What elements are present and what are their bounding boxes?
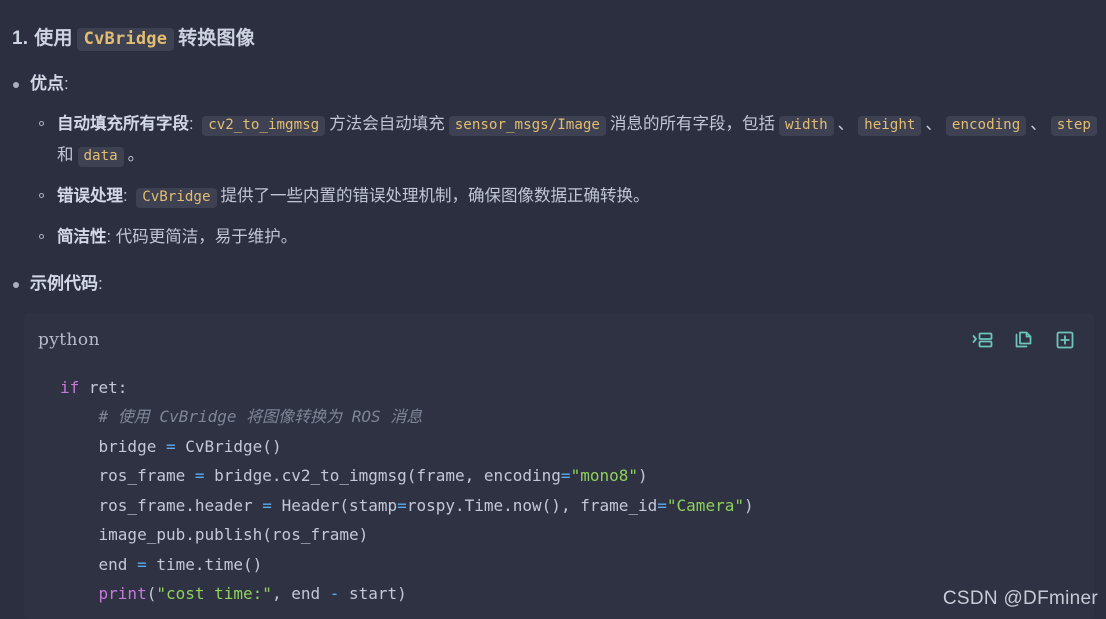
sub-item-text: 消息的所有字段，包括 <box>609 114 775 133</box>
code-token: = <box>137 554 147 574</box>
code-token: ( <box>146 584 157 604</box>
code-token: = <box>560 466 571 486</box>
code-token: bridge <box>60 436 166 456</box>
inline-code-step: step <box>1050 115 1097 137</box>
inline-code-encoding: encoding <box>945 115 1027 137</box>
inline-code-cv2-to-imgmsg: cv2_to_imgmsg <box>202 115 326 137</box>
code-token: image_pub.publish(ros_frame) <box>60 525 369 545</box>
sub-item-period: 。 <box>127 145 145 164</box>
sub-item-colon: : <box>189 114 194 133</box>
code-token: = <box>397 495 407 515</box>
sub-item-text: 和 <box>57 145 74 164</box>
code-block: python if ret: # 使用 CvBridge 将图像转换为 ROS … <box>24 312 1094 619</box>
sub-item-separator: 、 <box>837 114 855 133</box>
inline-code-width: width <box>778 115 834 137</box>
code-token: if <box>60 377 80 397</box>
sub-item-separator: 、 <box>1030 114 1047 133</box>
list-item-error-handling: 错误处理: CvBridge 提供了一些内置的错误处理机制，确保图像数据正确转换。 <box>30 181 1106 212</box>
code-token: ) <box>743 495 754 515</box>
inline-code-sensor-msgs-image: sensor_msgs/Image <box>448 115 606 137</box>
code-token: rospy.Time.now(), frame_id <box>406 495 658 515</box>
add-icon[interactable] <box>1054 329 1076 351</box>
code-token: ) <box>638 466 648 486</box>
page-title: 1. 使用 CvBridge 转换图像 <box>0 13 1106 53</box>
article-page: 1. 使用 CvBridge 转换图像 优点: 自动填充所有字段: cv2_to… <box>0 13 1106 619</box>
code-token: "Camera" <box>666 495 744 515</box>
code-token: print <box>98 584 147 604</box>
list-item-advantages: 优点: 自动填充所有字段: cv2_to_imgmsg 方法会自动填充 sensor… <box>0 69 1106 253</box>
sub-item-label: 错误处理 <box>57 186 123 205</box>
sub-item-colon: : <box>123 186 128 205</box>
list-item-simplicity: 简洁性: 代码更简洁，易于维护。 <box>30 222 1106 253</box>
code-language-label: python <box>38 329 100 350</box>
code-token: "mono8" <box>570 466 638 486</box>
sub-item-label: 自动填充所有字段 <box>57 114 189 133</box>
code-token: = <box>165 436 176 456</box>
code-token: time.time() <box>146 554 263 574</box>
code-token: bridge.cv2_to_imgmsg(frame, encoding <box>204 466 561 486</box>
code-token: end <box>60 554 138 574</box>
code-block-header: python <box>24 313 1094 355</box>
list-item-autofill: 自动填充所有字段: cv2_to_imgmsg 方法会自动填充 sensor_msg… <box>30 109 1106 171</box>
list-item-label: 优点 <box>30 73 64 93</box>
sub-item-colon: : <box>106 227 112 246</box>
code-token: ret: <box>79 377 128 397</box>
code-token: ros_frame <box>60 466 195 486</box>
code-token: ros_frame.header <box>60 495 263 515</box>
inline-code-cvbridge: CvBridge <box>136 187 217 209</box>
list-item-colon: : <box>64 73 69 93</box>
inline-code-data: data <box>77 146 124 168</box>
heading-text-after: 转换图像 <box>178 27 255 49</box>
watermark: CSDN @DFminer <box>942 587 1098 609</box>
run-icon[interactable] <box>972 329 994 351</box>
code-token: Header(stamp <box>271 495 398 515</box>
code-token: - <box>329 584 340 604</box>
heading-number: 1. <box>12 27 29 49</box>
copy-icon[interactable] <box>1013 329 1035 351</box>
sub-item-separator: 、 <box>925 114 942 133</box>
sub-item-text: 代码更简洁，易于维护。 <box>115 227 298 246</box>
code-token: "cost time:" <box>156 584 272 604</box>
sub-item-text: 提供了一些内置的错误处理机制，确保图像数据正确转换。 <box>220 186 650 205</box>
list-item-colon: : <box>98 273 103 293</box>
code-token: = <box>194 466 205 486</box>
code-token: , end <box>271 584 330 604</box>
heading-text-before: 使用 <box>34 27 73 49</box>
advantages-list: 优点: 自动填充所有字段: cv2_to_imgmsg 方法会自动填充 sensor… <box>0 69 1106 299</box>
advantages-sublist: 自动填充所有字段: cv2_to_imgmsg 方法会自动填充 sensor_msg… <box>30 109 1106 253</box>
code-block-actions <box>972 329 1080 351</box>
code-content[interactable]: if ret: # 使用 CvBridge 将图像转换为 ROS 消息 brid… <box>24 355 1094 609</box>
sub-item-label: 简洁性 <box>57 227 107 246</box>
list-item-label: 示例代码 <box>30 273 98 293</box>
code-token: = <box>657 495 667 515</box>
sub-item-text: 方法会自动填充 <box>329 114 445 133</box>
heading-inline-code: CvBridge <box>76 27 175 52</box>
inline-code-height: height <box>858 115 922 137</box>
code-token: start) <box>339 584 407 604</box>
code-token: CvBridge() <box>175 436 282 456</box>
list-item-example-code: 示例代码: <box>0 269 1106 299</box>
code-token: # 使用 CvBridge 将图像转换为 ROS 消息 <box>98 407 423 427</box>
code-token: = <box>262 495 272 515</box>
